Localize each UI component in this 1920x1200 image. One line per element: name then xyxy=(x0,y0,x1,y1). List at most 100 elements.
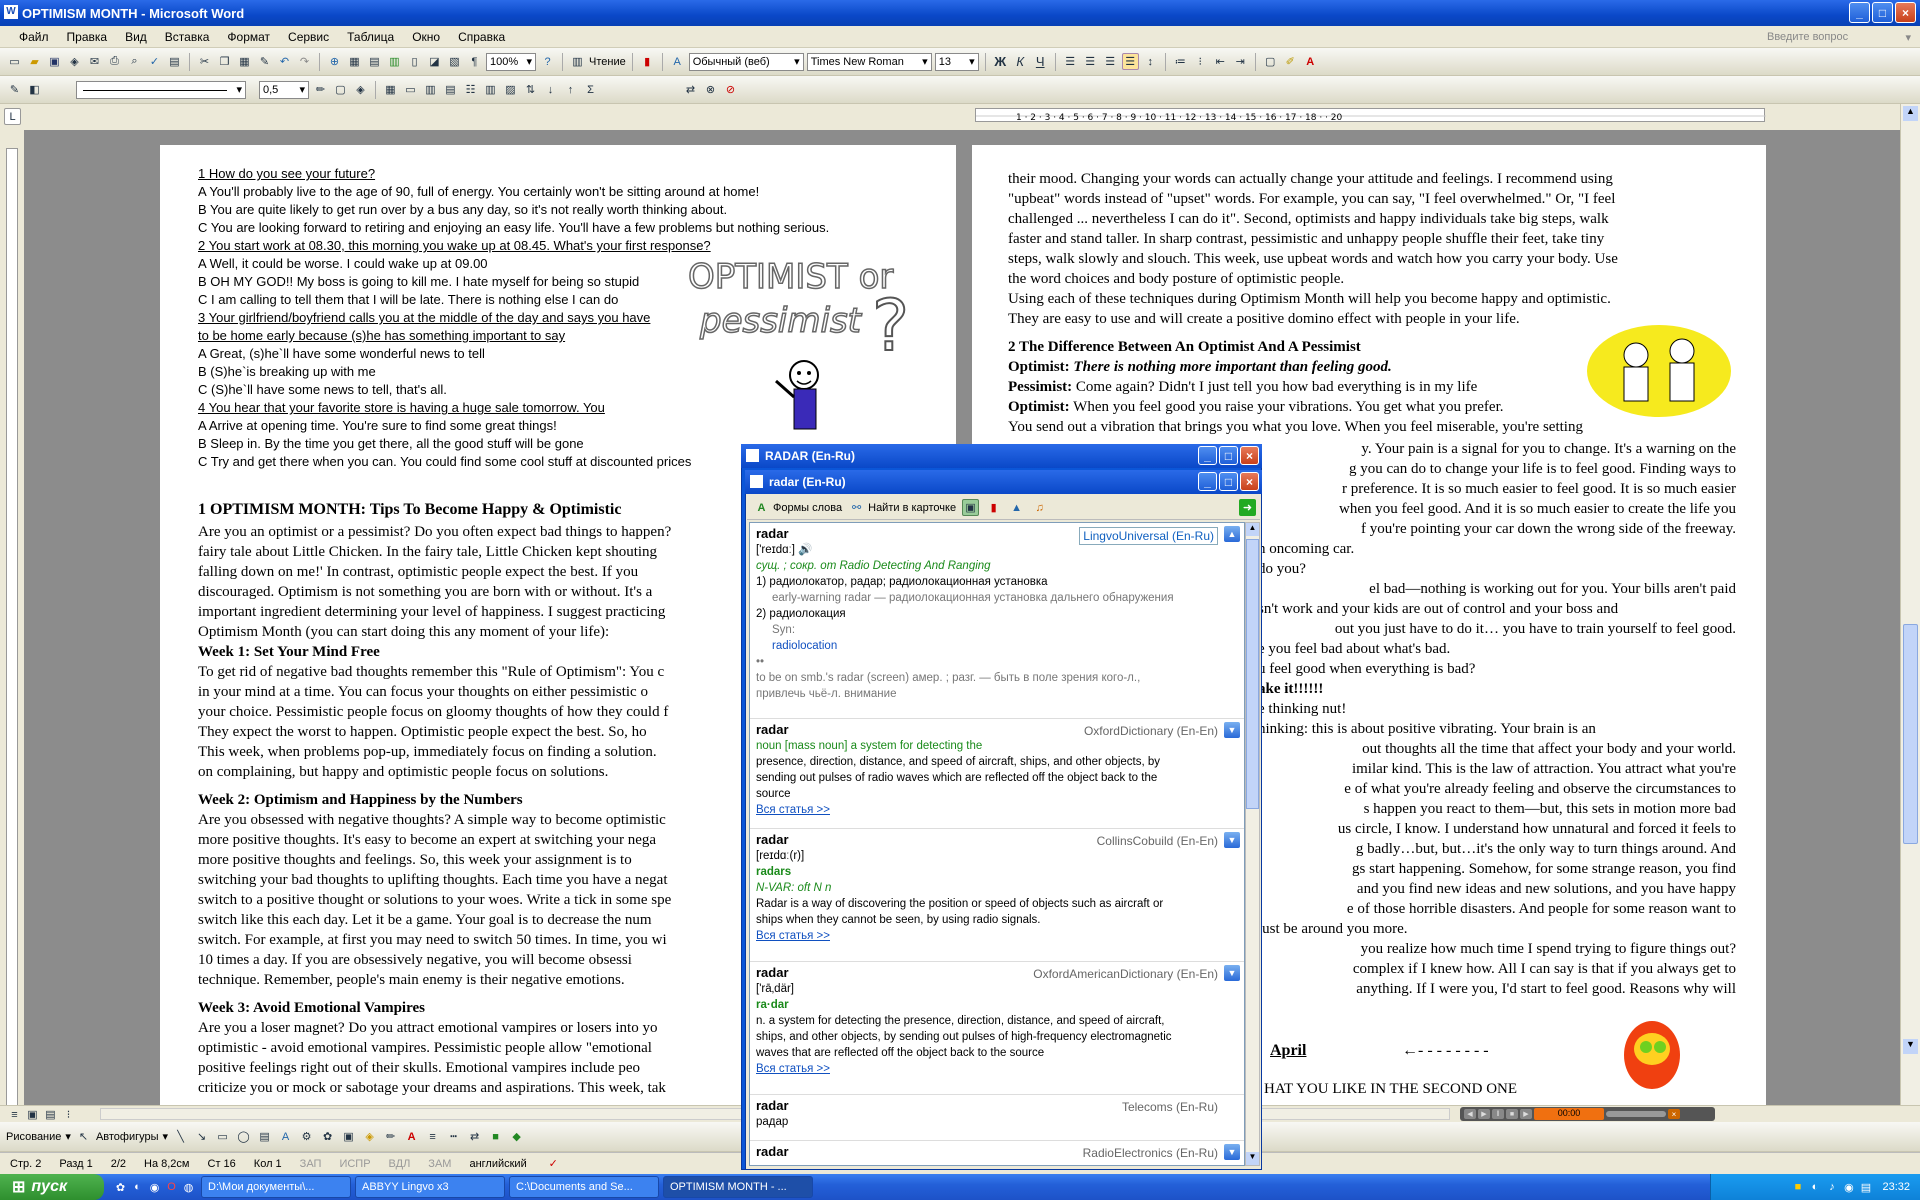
lingvo-article-pane[interactable]: radar LingvoUniversal (En-Ru) ▲ ['reɪdɑː… xyxy=(749,522,1245,1166)
align-cell-icon[interactable]: ▤ xyxy=(442,81,459,98)
tray-2-icon[interactable]: ◐ xyxy=(1806,1179,1823,1196)
quicklaunch-5-icon[interactable]: ◍ xyxy=(180,1179,197,1196)
menu-table[interactable]: Таблица xyxy=(338,30,403,44)
menu-file[interactable]: Файл xyxy=(10,30,58,44)
table-autoformat-icon[interactable]: ▨ xyxy=(502,81,519,98)
status-ovr[interactable]: ЗАМ xyxy=(428,1158,451,1170)
insert-table2-icon[interactable]: ▦ xyxy=(382,81,399,98)
player-pause-icon[interactable]: ‖ xyxy=(1492,1109,1504,1119)
lingvo-grad-icon[interactable]: ▲ xyxy=(1008,499,1025,516)
distribute-rows-icon[interactable]: ☷ xyxy=(462,81,479,98)
lingvo-back-icon[interactable]: ▣ xyxy=(962,499,980,516)
print-icon[interactable]: ⎙ xyxy=(106,53,123,70)
3d-style-icon[interactable]: ◆ xyxy=(508,1128,525,1145)
menu-format[interactable]: Формат xyxy=(218,30,279,44)
menu-insert[interactable]: Вставка xyxy=(156,30,219,44)
shadow-style-icon[interactable]: ■ xyxy=(487,1128,504,1145)
select-objects-icon[interactable]: ↖ xyxy=(75,1128,92,1145)
new-document-icon[interactable]: ▭ xyxy=(6,53,23,70)
web-view-icon[interactable]: ▣ xyxy=(24,1106,41,1123)
bold-button[interactable]: Ж xyxy=(992,53,1009,70)
line-color-icon[interactable]: ✏ xyxy=(382,1128,399,1145)
autosum-icon[interactable]: Σ xyxy=(582,81,599,98)
horizontal-ruler[interactable]: 1 · 2 · 3 · 4 · 5 · 6 · 7 · 8 · 9 · 10 ·… xyxy=(975,108,1766,123)
quicklaunch-1-icon[interactable]: ✿ xyxy=(112,1179,129,1196)
lingvo-scroll-thumb[interactable] xyxy=(1246,539,1259,809)
paste-icon[interactable]: ▦ xyxy=(236,53,253,70)
start-button[interactable]: ⊞ пуск xyxy=(0,1174,104,1200)
insert-table-icon[interactable]: ▤ xyxy=(366,53,383,70)
dictionary-name[interactable]: LingvoUniversal (En-Ru) xyxy=(1079,527,1218,545)
columns-icon[interactable]: ▯ xyxy=(406,53,423,70)
player-close-icon[interactable]: × xyxy=(1668,1109,1680,1119)
lingvo-outer-titlebar[interactable]: RADAR (En-Ru) _ □ × xyxy=(741,444,1262,468)
menu-view[interactable]: Вид xyxy=(116,30,156,44)
expand-icon[interactable]: ▼ xyxy=(1224,722,1240,738)
redo-icon[interactable]: ↷ xyxy=(296,53,313,70)
spelling-status-icon[interactable]: ✓ xyxy=(545,1155,562,1172)
italic-button[interactable]: К xyxy=(1012,53,1029,70)
task-explorer-settings[interactable]: C:\Documents and Se... xyxy=(509,1176,659,1198)
undo-icon[interactable]: ↶ xyxy=(276,53,293,70)
dictionary-name[interactable]: RadioElectronics (En-Ru) xyxy=(1083,1145,1218,1161)
show-formatting-icon[interactable]: ¶ xyxy=(466,53,483,70)
player-prev-icon[interactable]: ◀ xyxy=(1464,1109,1476,1119)
line-weight-select[interactable]: 0,5 ▾ xyxy=(259,80,309,99)
player-next-icon[interactable]: ▶ xyxy=(1520,1109,1532,1119)
lingvo-book-icon2[interactable]: ▮ xyxy=(985,499,1002,516)
drawing-icon[interactable]: ◪ xyxy=(426,53,443,70)
document-map-icon[interactable]: ▧ xyxy=(446,53,463,70)
line-spacing-icon[interactable]: ↕ xyxy=(1142,53,1159,70)
numbering-icon[interactable]: ≔ xyxy=(1172,53,1189,70)
close-button[interactable]: × xyxy=(1895,2,1916,23)
increase-indent-icon[interactable]: ⇥ xyxy=(1232,53,1249,70)
lingvo-card-minimize[interactable]: _ xyxy=(1198,472,1217,491)
research-icon[interactable]: ▤ xyxy=(166,53,183,70)
tab-stop-icon[interactable]: L xyxy=(4,108,21,125)
permission-icon[interactable]: ◈ xyxy=(66,53,83,70)
zoom-select[interactable]: 100% ▾ xyxy=(486,52,536,71)
tables-borders-icon[interactable]: ▦ xyxy=(346,53,363,70)
line-style-select[interactable]: ▾ xyxy=(76,80,246,99)
quicklaunch-2-icon[interactable]: ◐ xyxy=(129,1179,146,1196)
decrease-indent-icon[interactable]: ⇤ xyxy=(1212,53,1229,70)
spelling-icon[interactable]: ✓ xyxy=(146,53,163,70)
distribute-cols-icon[interactable]: ▥ xyxy=(482,81,499,98)
player-stop-icon[interactable]: ■ xyxy=(1506,1109,1518,1119)
style-select[interactable]: Обычный (веб) ▾ xyxy=(688,52,804,71)
menu-help[interactable]: Справка xyxy=(449,30,514,44)
diagram-tool-icon[interactable]: ⚙ xyxy=(298,1128,315,1145)
task-lingvo[interactable]: ABBYY Lingvo x3 xyxy=(355,1176,505,1198)
hyperlink-icon[interactable]: ⊕ xyxy=(326,53,343,70)
lingvo-next-icon[interactable]: ➜ xyxy=(1239,499,1256,516)
vertical-scrollbar[interactable]: ▲ ▼ xyxy=(1900,104,1920,1105)
copy-icon[interactable]: ❐ xyxy=(216,53,233,70)
sort-desc-icon[interactable]: ↑ xyxy=(562,81,579,98)
line-style-icon[interactable]: ≡ xyxy=(424,1128,441,1145)
status-rec[interactable]: ЗАП xyxy=(300,1158,322,1170)
maximize-button[interactable]: □ xyxy=(1872,2,1893,23)
lingvo-translate-icon[interactable]: ⇄ xyxy=(682,81,699,98)
menu-tools[interactable]: Сервис xyxy=(279,30,338,44)
open-folder-icon[interactable]: ▰ xyxy=(26,53,43,70)
highlight-icon[interactable]: ✐ xyxy=(1282,53,1299,70)
lingvo-outer-minimize[interactable]: _ xyxy=(1198,446,1217,465)
wordart-tool-icon[interactable]: A xyxy=(277,1128,294,1145)
sort-asc-icon[interactable]: ↓ xyxy=(542,81,559,98)
rectangle-tool-icon[interactable]: ▭ xyxy=(214,1128,231,1145)
tray-1-icon[interactable]: ■ xyxy=(1789,1179,1806,1196)
quicklaunch-3-icon[interactable]: ◉ xyxy=(146,1179,163,1196)
line-tool-icon[interactable]: ╲ xyxy=(172,1128,189,1145)
dash-style-icon[interactable]: ┅ xyxy=(445,1128,462,1145)
split-cells-icon[interactable]: ▥ xyxy=(422,81,439,98)
outline-view-icon[interactable]: ⁝ xyxy=(60,1106,77,1123)
synonym-link[interactable]: radiolocation xyxy=(756,638,1238,654)
align-left-icon[interactable]: ☰ xyxy=(1062,53,1079,70)
lingvo-book-icon[interactable]: ▮ xyxy=(639,53,656,70)
font-color-icon[interactable]: A xyxy=(1302,53,1319,70)
find-in-card-button[interactable]: ⚯ Найти в карточке xyxy=(848,499,956,516)
draw-menu[interactable]: Рисование xyxy=(6,1131,61,1143)
media-player-bar[interactable]: ◀ ▶ ‖ ■ ▶ 00:00 × xyxy=(1460,1107,1715,1121)
player-play-icon[interactable]: ▶ xyxy=(1478,1109,1490,1119)
clipart-tool-icon[interactable]: ✿ xyxy=(319,1128,336,1145)
